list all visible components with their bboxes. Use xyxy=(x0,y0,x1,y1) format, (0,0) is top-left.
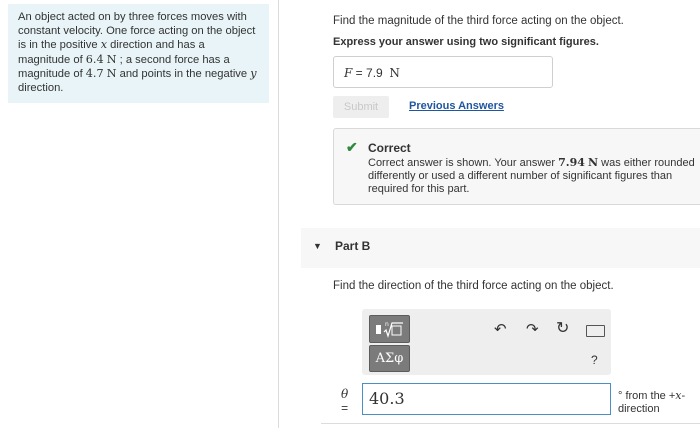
keyboard-icon[interactable] xyxy=(586,325,605,337)
theta-symbol: θ xyxy=(341,387,349,401)
newton-unit: N xyxy=(106,67,117,81)
checkmark-icon: ✔ xyxy=(346,139,358,155)
caret-down-icon[interactable]: ▼ xyxy=(313,241,322,251)
answer-expression: F = 7.9 N xyxy=(344,66,400,80)
part-b-answer-input[interactable]: 40.3 xyxy=(362,383,611,415)
part-a-question: Find the magnitude of the third force ac… xyxy=(333,15,624,27)
previous-answers-link[interactable]: Previous Answers xyxy=(409,100,504,112)
help-button[interactable]: ? xyxy=(591,352,598,368)
part-b-question: Find the direction of the third force ac… xyxy=(333,280,614,292)
problem-text: direction. xyxy=(18,81,64,94)
svg-text:n: n xyxy=(385,321,389,328)
force-1-value: 6.4 xyxy=(85,52,104,66)
feedback-title: Correct xyxy=(368,141,411,155)
unit-text: - xyxy=(681,390,686,402)
submit-button[interactable]: Submit xyxy=(333,96,389,118)
your-answer-value: 7.94 xyxy=(558,156,585,169)
part-b-header[interactable]: ▼ Part B xyxy=(301,228,700,268)
unit-label: ° from the +x-direction xyxy=(618,389,685,416)
undo-icon[interactable]: ↶ xyxy=(494,322,507,338)
answer-unit: N xyxy=(389,66,400,80)
equals-sign: = xyxy=(352,66,367,80)
your-answer-unit: N xyxy=(588,156,599,169)
newton-unit: N xyxy=(106,52,117,66)
theta-label: θ = xyxy=(341,387,348,415)
sqrt-template-icon: n xyxy=(376,321,403,338)
equals-sign: = xyxy=(341,401,349,415)
y-variable: y xyxy=(250,67,257,81)
unit-text: direction xyxy=(618,403,660,415)
feedback-box: ✔ Correct Correct answer is shown. Your … xyxy=(333,128,700,205)
problem-text: and points in the negative xyxy=(116,68,251,81)
greek-symbols-button[interactable]: ΑΣφ xyxy=(369,345,410,372)
force-2-value: 4.7 xyxy=(85,67,104,81)
redo-icon[interactable]: ↷ xyxy=(526,322,539,338)
reset-icon[interactable]: ↻ xyxy=(556,321,569,337)
panel-divider xyxy=(278,0,279,428)
feedback-message: Correct answer is shown. Your answer 7.9… xyxy=(368,156,700,196)
templates-button[interactable]: n xyxy=(369,315,410,343)
part-a-instruction: Express your answer using two significan… xyxy=(333,36,599,48)
part-b-title: Part B xyxy=(335,239,371,253)
bottom-divider xyxy=(321,423,700,424)
part-a-answer-field[interactable]: F = 7.9 N xyxy=(333,56,553,88)
problem-statement: An object acted on by three forces moves… xyxy=(8,4,269,103)
unit-text: ° from the + xyxy=(618,390,676,402)
feedback-text: Correct answer is shown. Your answer xyxy=(368,157,559,169)
math-toolbar: n ΑΣφ ↶ ↷ ↻ ? xyxy=(362,309,611,375)
answer-value: 7.9 xyxy=(366,66,383,80)
